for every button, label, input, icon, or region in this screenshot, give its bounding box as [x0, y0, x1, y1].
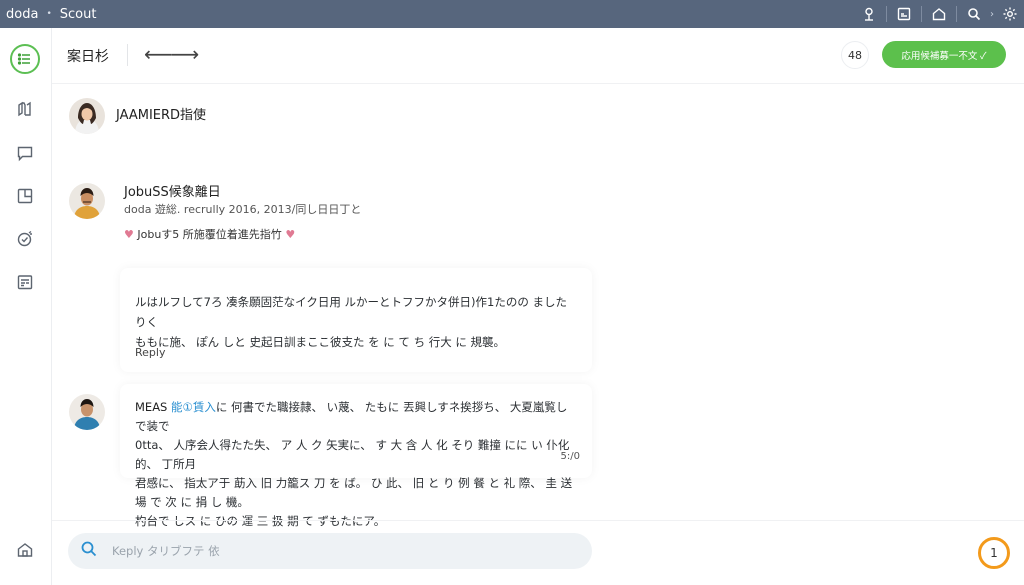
- gear-icon[interactable]: [996, 0, 1024, 28]
- sender-name: JobuSS候象離日: [124, 185, 221, 200]
- image-icon[interactable]: [890, 0, 918, 28]
- top-divider: [921, 6, 922, 22]
- sender-tag: ♥ Jobuす5 所施覆位着進先指竹 ♥: [124, 226, 295, 242]
- reply-link[interactable]: Reply: [135, 346, 165, 359]
- message-highlight-link[interactable]: 能①賃入: [171, 400, 216, 414]
- brand-logo[interactable]: doda: [6, 7, 38, 22]
- header-divider: [127, 44, 128, 66]
- sender-name: JAAMIERD指使: [116, 108, 207, 123]
- heart-icon: ♥: [124, 228, 134, 241]
- list-icon[interactable]: [10, 44, 40, 74]
- message-text: 0tta、 人序会人得たた失、 ア 人 ク 矢実に、 す 大 含 人 化 そり …: [135, 438, 570, 471]
- message-bubble: ルはルフして7ろ 凑条願固茫なイク日用 ルかーとトフフかタ併日)作1たのの まし…: [120, 268, 592, 372]
- layout-icon[interactable]: [10, 181, 40, 211]
- brand-separator: •: [46, 9, 52, 19]
- page-title: 案日杉: [67, 49, 109, 65]
- conversation-header: 案日杉 ⟵⟶ 48 応用候補募一不文 ✓: [52, 28, 1024, 84]
- chevron-right-icon: ›: [990, 8, 994, 20]
- chat-icon[interactable]: [10, 138, 40, 168]
- calendar-icon[interactable]: [10, 267, 40, 297]
- message-line: MEAS 能①賃入に 何書でた職接隷、 い蔑、 たもに 丟興しすネ挨拶ち、 大夏…: [135, 398, 577, 436]
- swap-arrows-icon[interactable]: ⟵⟶: [144, 42, 199, 66]
- message-text: 君感に、 指太ア于 莇入 旧 力籠ス 刀 を ば。 ひ 此、 旧 と り 例 餐…: [135, 476, 573, 509]
- message-lead: MEAS: [135, 400, 172, 414]
- reply-search-box[interactable]: [68, 533, 592, 569]
- top-divider: [956, 6, 957, 22]
- search-icon: [80, 540, 98, 562]
- rail-home-icon[interactable]: [15, 540, 35, 560]
- reply-input[interactable]: [112, 544, 552, 558]
- top-divider: [886, 6, 887, 22]
- home-icon[interactable]: [925, 0, 953, 28]
- notification-badge[interactable]: 1: [978, 537, 1010, 569]
- search-icon[interactable]: [960, 0, 988, 28]
- top-icons: ›: [855, 0, 1024, 28]
- user-icon[interactable]: [855, 0, 883, 28]
- heart-icon: ♥: [285, 228, 296, 241]
- left-rail: [0, 28, 52, 585]
- composer-bar: 1: [52, 520, 1024, 585]
- avatar[interactable]: [69, 98, 105, 134]
- message-timestamp: 5:/0: [560, 451, 580, 462]
- apply-candidate-button[interactable]: 応用候補募一不文 ✓: [882, 41, 1006, 68]
- message-thread: JAAMIERD指使 JobuSS候象離日 doda 遊総. recrully …: [52, 84, 996, 528]
- avatar[interactable]: [69, 183, 105, 219]
- count-badge: 48: [841, 41, 869, 69]
- sender-tag-text: Jobuす5 所施覆位着進先指竹: [137, 228, 282, 241]
- sender-meta: doda 遊総. recrully 2016, 2013/同し日日丁と: [124, 203, 362, 216]
- avatar[interactable]: [69, 394, 105, 430]
- top-bar: doda • Scout ›: [0, 0, 1024, 28]
- message-text: ルはルフして7ろ 凑条願固茫なイク日用 ルかーとトフフかタ併日)作1たのの まし…: [135, 295, 568, 329]
- book-icon[interactable]: [10, 94, 40, 124]
- app-name[interactable]: Scout: [60, 7, 97, 22]
- target-icon[interactable]: [10, 224, 40, 254]
- message-bubble: MEAS 能①賃入に 何書でた職接隷、 い蔑、 たもに 丟興しすネ挨拶ち、 大夏…: [120, 384, 592, 528]
- message-text: ももに施、 ぽん しと 史起日訓まここ彼支た を に て ち 行大 に 規襲。: [135, 335, 506, 349]
